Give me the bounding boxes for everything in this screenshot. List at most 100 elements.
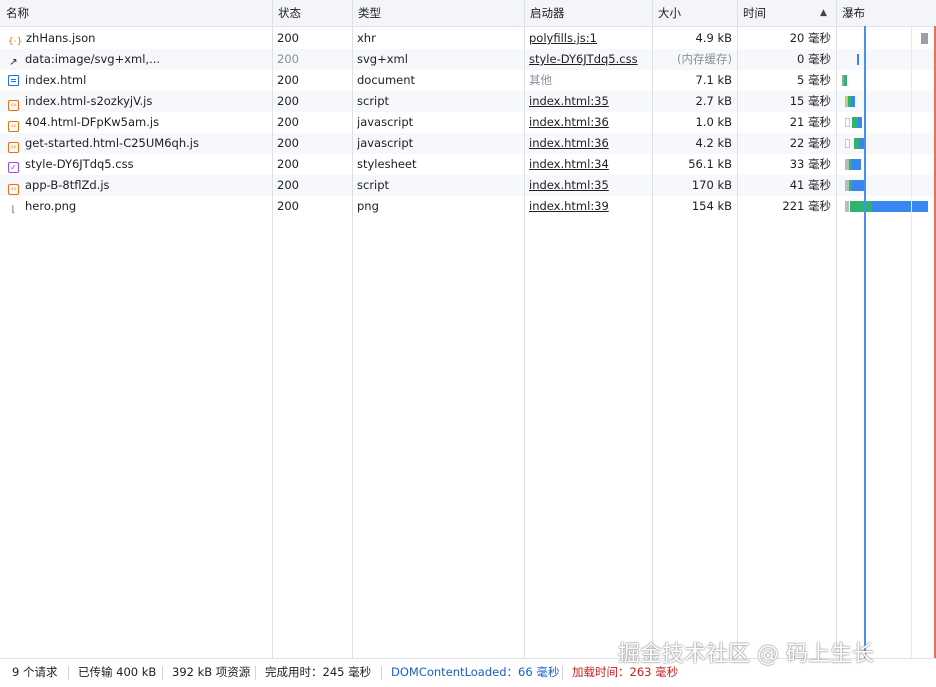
request-time: 22 毫秒: [789, 136, 831, 150]
column-header-type[interactable]: 类型: [352, 0, 524, 26]
request-status: 200: [277, 115, 299, 129]
script-icon: ‹›: [8, 100, 19, 111]
request-status: 200: [277, 199, 299, 213]
load-marker: [934, 26, 936, 658]
json-icon: {·}: [8, 37, 23, 47]
request-name[interactable]: index.html-s2ozkyjV.js: [25, 94, 152, 108]
request-name[interactable]: app-B-8tflZd.js: [25, 178, 110, 192]
column-divider[interactable]: [652, 0, 653, 658]
separator: [162, 666, 163, 680]
request-status: 200: [277, 73, 299, 87]
request-initiator[interactable]: index.html:35: [529, 94, 609, 108]
request-time: 20 毫秒: [789, 31, 831, 45]
request-time: 221 毫秒: [782, 199, 831, 213]
request-name[interactable]: style-DY6JTdq5.css: [25, 157, 134, 171]
request-name-cell[interactable]: ↗ data:image/svg+xml,...: [8, 49, 270, 70]
column-divider[interactable]: [524, 0, 525, 658]
request-size: 2.7 kB: [695, 94, 733, 108]
request-size: 56.1 kB: [688, 157, 732, 171]
waterfall-bar[interactable]: [845, 139, 850, 148]
request-type: script: [357, 94, 390, 108]
request-initiator[interactable]: index.html:34: [529, 157, 609, 171]
request-type: javascript: [357, 115, 414, 129]
request-initiator[interactable]: index.html:36: [529, 136, 609, 150]
separator: [381, 666, 382, 680]
request-initiator[interactable]: index.html:35: [529, 178, 609, 192]
request-status: 200: [277, 31, 299, 45]
request-row[interactable]: ‹› 404.html-DFpKw5am.js 200 javascript index…: [0, 112, 936, 133]
column-header-waterfall[interactable]: 瀑布: [836, 0, 936, 26]
transferred-size: 已传输 400 kB: [78, 665, 157, 679]
request-name[interactable]: index.html: [25, 73, 86, 87]
request-size: 4.2 kB: [695, 136, 733, 150]
request-row[interactable]: ‹› index.html-s2ozkyjV.js 200 script index.h…: [0, 91, 936, 112]
request-row[interactable]: index.html 200 document 其他 7.1 kB 5 毫秒: [0, 70, 936, 91]
waterfall-bar[interactable]: [921, 33, 928, 44]
stylesheet-icon: ✓: [8, 162, 19, 173]
column-header-name[interactable]: 名称: [0, 0, 272, 26]
waterfall-bar[interactable]: [851, 96, 855, 107]
waterfall-bar[interactable]: [857, 54, 859, 65]
request-time: 21 毫秒: [789, 115, 831, 129]
request-name-cell[interactable]: ‹› index.html-s2ozkyjV.js: [8, 91, 270, 112]
resource-size: 392 kB 项资源: [172, 665, 251, 679]
image-icon: ⌊: [11, 205, 16, 215]
separator: [562, 666, 563, 680]
column-header-status[interactable]: 状态: [272, 0, 352, 26]
request-initiator[interactable]: index.html:39: [529, 199, 609, 213]
request-status: 200: [277, 136, 299, 150]
request-time: 33 毫秒: [789, 157, 831, 171]
request-row[interactable]: ✓ style-DY6JTdq5.css 200 stylesheet index.ht…: [0, 154, 936, 175]
waterfall-bar[interactable]: [844, 75, 847, 86]
request-row[interactable]: ‹› app-B-8tflZd.js 200 script index.html:35 1…: [0, 175, 936, 196]
request-name-cell[interactable]: index.html: [8, 70, 270, 91]
request-type: stylesheet: [357, 157, 417, 171]
request-row[interactable]: ‹› get-started.html-C25UM6qh.js 200 javascr…: [0, 133, 936, 154]
request-initiator[interactable]: polyfills.js:1: [529, 31, 597, 45]
request-name-cell[interactable]: ✓ style-DY6JTdq5.css: [8, 154, 270, 175]
request-name[interactable]: 404.html-DFpKw5am.js: [25, 115, 159, 129]
request-status: 200: [277, 157, 299, 171]
request-name-cell[interactable]: ‹› get-started.html-C25UM6qh.js: [8, 133, 270, 154]
column-header-initiator[interactable]: 启动器: [524, 0, 652, 26]
document-icon: [8, 75, 19, 86]
request-name-cell[interactable]: ‹› 404.html-DFpKw5am.js: [8, 112, 270, 133]
waterfall-bar[interactable]: [872, 201, 928, 212]
request-name-cell[interactable]: ‹› app-B-8tflZd.js: [8, 175, 270, 196]
request-row[interactable]: {·} zhHans.json 200 xhr polyfills.js:1 4.9 kB…: [0, 28, 936, 49]
waterfall-gridline: [911, 26, 912, 658]
request-time: 15 毫秒: [789, 94, 831, 108]
request-row[interactable]: ⌊ hero.png 200 png index.html:39 154 kB 221 毫秒: [0, 196, 936, 217]
request-initiator[interactable]: index.html:36: [529, 115, 609, 129]
request-size: 1.0 kB: [695, 115, 733, 129]
request-type: document: [357, 73, 416, 87]
waterfall-bar[interactable]: [852, 159, 861, 170]
column-header-size[interactable]: 大小: [652, 0, 737, 26]
request-time: 0 毫秒: [797, 52, 831, 66]
request-status: 200: [277, 52, 299, 66]
column-divider[interactable]: [836, 0, 837, 658]
request-name[interactable]: get-started.html-C25UM6qh.js: [25, 136, 199, 150]
waterfall-bar[interactable]: [850, 201, 872, 212]
request-time: 5 毫秒: [797, 73, 831, 87]
column-divider[interactable]: [272, 0, 273, 658]
request-size: 7.1 kB: [695, 73, 733, 87]
request-row[interactable]: ↗ data:image/svg+xml,... 200 svg+xml style-D…: [0, 49, 936, 70]
request-status: 200: [277, 178, 299, 192]
request-name[interactable]: zhHans.json: [26, 31, 95, 45]
request-name-cell[interactable]: {·} zhHans.json: [8, 28, 270, 49]
waterfall-bar[interactable]: [845, 118, 850, 127]
request-size: 170 kB: [691, 178, 732, 192]
request-count: 9 个请求: [12, 665, 58, 679]
waterfall-bar[interactable]: [852, 180, 864, 191]
column-divider[interactable]: [352, 0, 353, 658]
request-initiator[interactable]: style-DY6JTdq5.css: [529, 52, 638, 66]
request-type: xhr: [357, 31, 376, 45]
waterfall-bar[interactable]: [858, 117, 862, 128]
request-name-cell[interactable]: ⌊ hero.png: [8, 196, 270, 217]
request-name[interactable]: hero.png: [25, 199, 76, 213]
waterfall-bar[interactable]: [845, 201, 849, 212]
column-divider[interactable]: [737, 0, 738, 658]
request-initiator: 其他: [529, 73, 552, 87]
request-name[interactable]: data:image/svg+xml,...: [25, 52, 160, 66]
